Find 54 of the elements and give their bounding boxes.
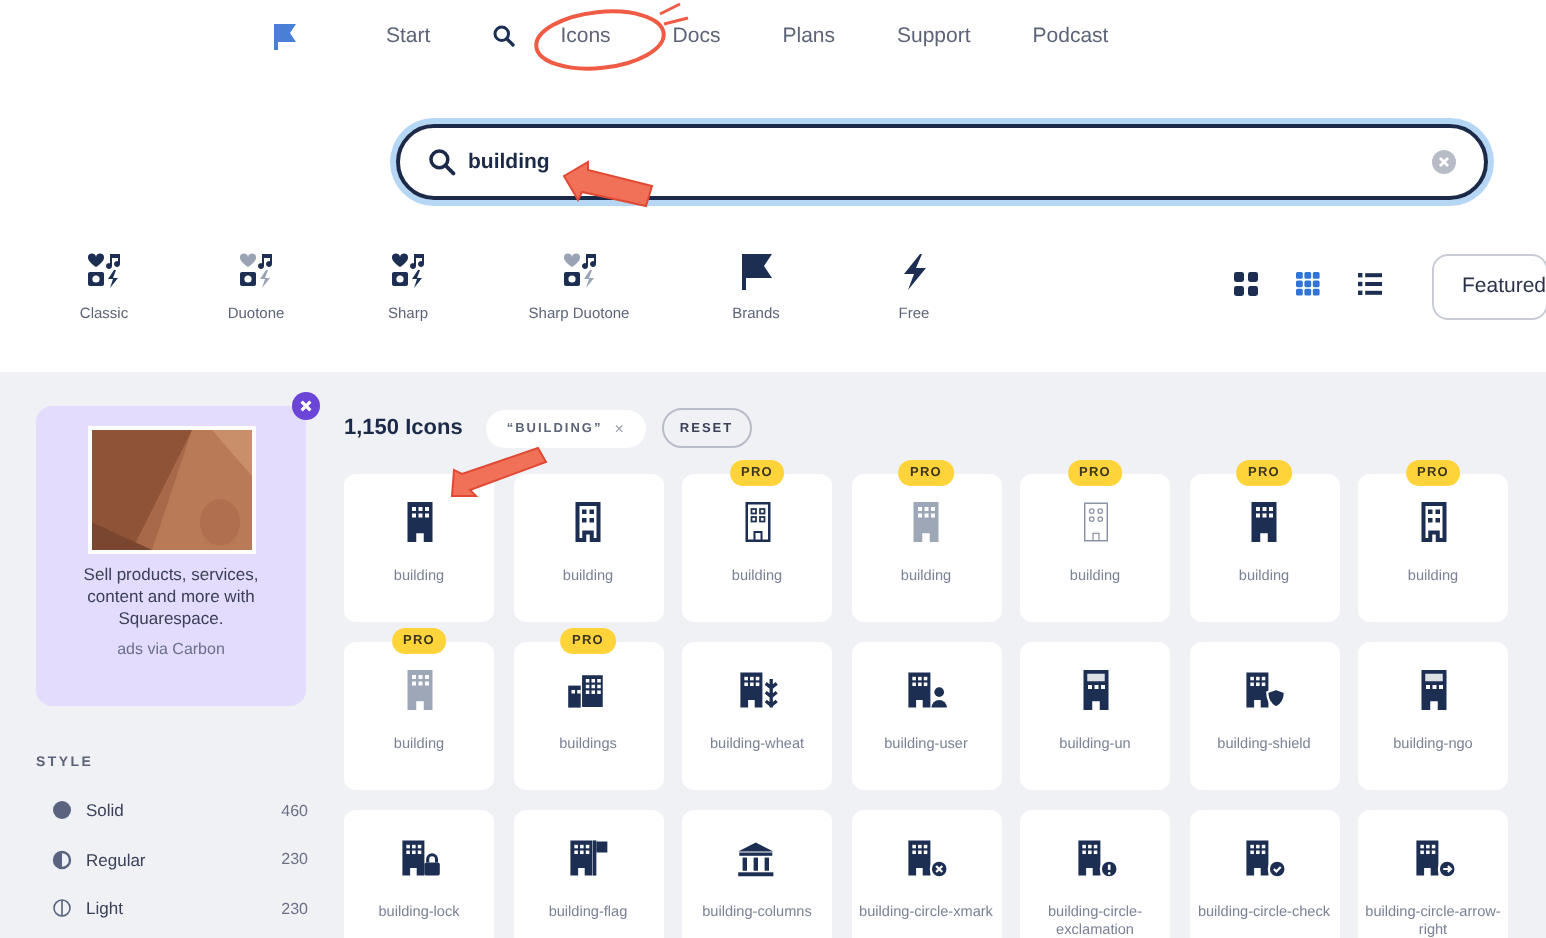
nav-link[interactable]: Docs xyxy=(672,24,721,48)
close-icon[interactable] xyxy=(292,392,320,420)
list-view-icon[interactable] xyxy=(1358,272,1382,296)
building-circle-icon xyxy=(1411,838,1455,878)
building-circle-icon xyxy=(1073,838,1117,878)
search-icon xyxy=(428,148,456,176)
building-icon xyxy=(1081,670,1109,710)
filter-count: 460 xyxy=(281,801,308,820)
solid-style-icon xyxy=(52,800,72,821)
annotation-arrow xyxy=(562,160,654,208)
building-icon xyxy=(1081,502,1109,542)
building-icon xyxy=(743,502,771,542)
building-icon xyxy=(1419,670,1447,710)
light-style-icon xyxy=(52,898,72,919)
building-wheat-icon xyxy=(735,670,779,710)
search-field[interactable]: building xyxy=(396,124,1488,200)
building-user-icon xyxy=(904,670,948,710)
building-icon xyxy=(912,502,940,542)
building-icon xyxy=(1250,502,1278,542)
nav-link[interactable]: Start xyxy=(386,24,431,48)
nav-link[interactable]: Support xyxy=(897,24,971,48)
result-count: 1,150 Icons xyxy=(344,416,463,440)
search-input[interactable]: building xyxy=(468,150,1432,174)
building-icon xyxy=(405,670,433,710)
nav-link[interactable]: Icons xyxy=(560,24,611,48)
building-circle-icon xyxy=(904,838,948,878)
ad-credit-link[interactable]: ads via Carbon xyxy=(117,640,225,658)
ad-text: Sell products, services, content and more with Squarespace. xyxy=(81,564,261,630)
sort-dropdown[interactable]: Featured xyxy=(1432,253,1546,319)
nav-link[interactable]: Podcast xyxy=(1032,24,1109,48)
building-icon xyxy=(574,502,602,542)
building-lock-icon xyxy=(397,838,441,878)
filter-option[interactable]: Solid xyxy=(86,800,282,821)
grid-view-icon[interactable] xyxy=(1234,272,1258,296)
annotation-arrow xyxy=(450,446,548,497)
flag-logo-icon[interactable] xyxy=(272,22,300,50)
filter-option[interactable]: Light xyxy=(86,898,282,919)
heart-music-camera-icon xyxy=(390,251,426,289)
filter-option[interactable]: Regular xyxy=(86,849,282,870)
building-circle-icon xyxy=(1242,838,1286,878)
columns-icon xyxy=(735,838,779,878)
heart-music-camera-icon xyxy=(86,251,122,289)
regular-style-icon xyxy=(52,849,72,870)
building-icon xyxy=(1419,502,1447,542)
search-icon[interactable] xyxy=(492,24,517,48)
flag-icon xyxy=(738,251,774,289)
filter-count: 230 xyxy=(281,899,308,918)
heart-music-camera-icon xyxy=(238,251,274,289)
filter-count: 230 xyxy=(281,850,308,869)
heart-music-camera-icon xyxy=(561,251,597,289)
building-flag-icon xyxy=(566,838,610,878)
building-shield-icon xyxy=(1242,670,1286,710)
nav-link[interactable]: Plans xyxy=(782,24,835,48)
building-icon xyxy=(405,502,433,542)
